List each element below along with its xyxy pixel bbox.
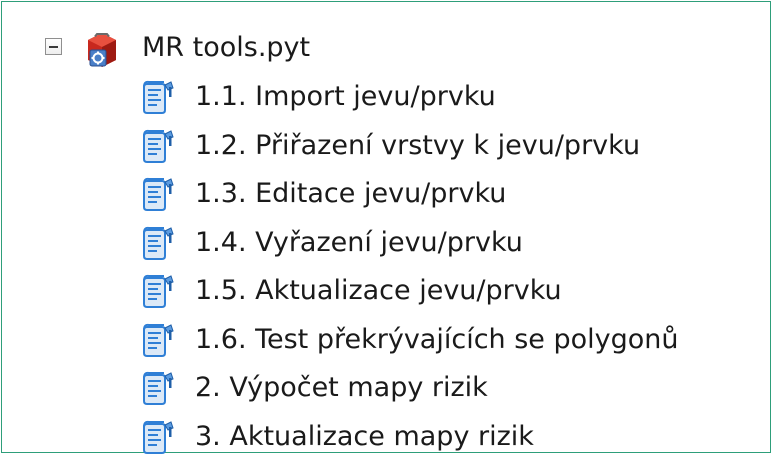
tool-item-4[interactable]: 1.4. Vyřazení jevu/prvku bbox=[2, 220, 770, 266]
script-tool-icon bbox=[143, 177, 174, 211]
catalog-tree-panel: MR tools.pyt 1.1. Import jevu/prvku 1.2.… bbox=[1, 1, 771, 454]
tool-label: 1.4. Vyřazení jevu/prvku bbox=[195, 226, 523, 258]
script-tool-icon bbox=[143, 274, 174, 308]
script-tool-icon bbox=[143, 129, 174, 163]
tool-label: 1.6. Test překrývajících se polygonů bbox=[195, 323, 679, 355]
tool-item-5[interactable]: 1.5. Aktualizace jevu/prvku bbox=[2, 268, 770, 314]
tool-label: 3. Aktualizace mapy rizik bbox=[195, 420, 534, 452]
tool-item-3[interactable]: 1.3. Editace jevu/prvku bbox=[2, 171, 770, 217]
tool-label: 1.2. Přiřazení vrstvy k jevu/prvku bbox=[195, 129, 641, 161]
script-tool-icon bbox=[143, 323, 174, 357]
tool-label: 1.5. Aktualizace jevu/prvku bbox=[195, 275, 562, 306]
toolbox-node[interactable]: MR tools.pyt bbox=[2, 26, 770, 70]
script-tool-icon bbox=[143, 80, 174, 114]
tool-item-2[interactable]: 1.2. Přiřazení vrstvy k jevu/prvku bbox=[2, 123, 770, 169]
tool-label: 1.1. Import jevu/prvku bbox=[195, 81, 496, 112]
tool-item-6[interactable]: 1.6. Test překrývajících se polygonů bbox=[2, 317, 770, 363]
toolbox-icon bbox=[88, 33, 116, 67]
tool-item-1[interactable]: 1.1. Import jevu/prvku bbox=[2, 74, 770, 120]
script-tool-icon bbox=[143, 371, 174, 405]
toolbox-name: MR tools.pyt bbox=[142, 32, 311, 63]
tool-item-7[interactable]: 2. Výpočet mapy rizik bbox=[2, 365, 770, 411]
tool-label: 1.3. Editace jevu/prvku bbox=[195, 178, 507, 209]
script-tool-icon bbox=[143, 420, 174, 454]
tool-item-8[interactable]: 3. Aktualizace mapy rizik bbox=[2, 414, 770, 460]
toolbox-tree: MR tools.pyt 1.1. Import jevu/prvku 1.2.… bbox=[2, 2, 770, 454]
collapse-toggle-icon[interactable] bbox=[45, 38, 62, 55]
tool-label: 2. Výpočet mapy rizik bbox=[195, 372, 488, 403]
script-tool-icon bbox=[143, 226, 174, 260]
